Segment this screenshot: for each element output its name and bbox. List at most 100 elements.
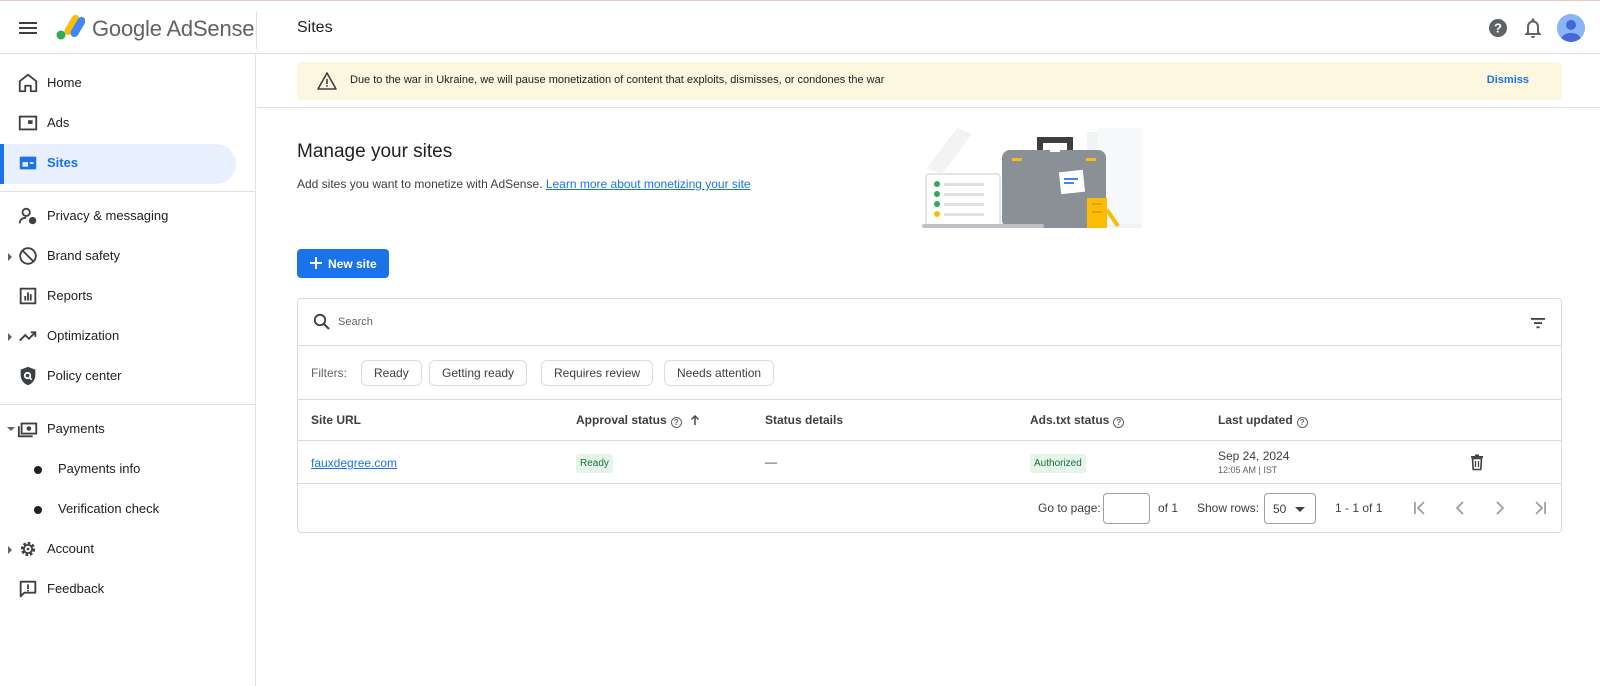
bullet-dot-icon	[34, 466, 42, 474]
column-header-approval-status[interactable]: Approval status?	[576, 413, 701, 428]
expand-caret-icon[interactable]	[8, 333, 12, 341]
sidebar-item-label: Reports	[47, 288, 93, 303]
pagination-range: 1 - 1 of 1	[1335, 501, 1383, 515]
rows-per-page-select[interactable]: 50	[1264, 493, 1316, 524]
sidebar-item-label: Privacy & messaging	[47, 208, 169, 223]
dropdown-arrow-icon	[1295, 507, 1305, 512]
sidebar-item-label: Policy center	[47, 368, 122, 383]
sidebar-item-reports[interactable]: Reports	[0, 277, 236, 317]
sidebar-item-label: Account	[47, 541, 94, 556]
menu-icon[interactable]	[16, 16, 40, 40]
subtitle-text: Add sites you want to monetize with AdSe…	[297, 177, 543, 191]
section-subtitle: Add sites you want to monetize with AdSe…	[297, 177, 751, 191]
sidebar-item-home[interactable]: Home	[0, 64, 236, 104]
approval-status-label: Approval status	[576, 413, 667, 427]
filter-list-icon[interactable]	[1529, 314, 1547, 332]
sidebar-item-label: Ads	[47, 115, 70, 130]
avatar[interactable]	[1557, 14, 1585, 42]
column-header-last-updated[interactable]: Last updated?	[1218, 413, 1308, 428]
delete-trash-icon[interactable]	[1468, 453, 1486, 471]
reports-icon	[19, 287, 37, 305]
first-page-icon[interactable]	[1409, 497, 1431, 519]
filter-chip-ready[interactable]: Ready	[361, 360, 422, 386]
sidebar-item-payments[interactable]: Payments	[0, 410, 236, 450]
collapse-caret-icon[interactable]	[7, 427, 15, 431]
ads-txt-status-badge: Authorized	[1030, 454, 1086, 473]
brand-product: AdSense	[166, 16, 255, 41]
user-avatar-icon	[1557, 14, 1585, 42]
help-circle-icon[interactable]: ?	[1113, 417, 1125, 428]
sidebar-item-feedback[interactable]: Feedback	[0, 570, 236, 610]
sites-illustration	[922, 128, 1142, 228]
banner-divider	[257, 107, 1600, 108]
warning-icon	[317, 72, 337, 90]
learn-more-link[interactable]: Learn more about monetizing your site	[546, 177, 751, 191]
sidebar-item-account[interactable]: Account	[0, 530, 236, 570]
sidebar-item-label: Feedback	[47, 581, 105, 596]
next-page-icon[interactable]	[1489, 497, 1511, 519]
filter-chip-getting-ready[interactable]: Getting ready	[429, 360, 528, 386]
search-icon	[313, 313, 330, 330]
previous-page-icon[interactable]	[1449, 497, 1471, 519]
gear-icon	[20, 541, 36, 557]
pagination-bar: Go to page: of 1 Show rows: 50 1 - 1 of …	[298, 484, 1561, 532]
sidebar-item-payments-info[interactable]: Payments info	[0, 450, 236, 490]
header-divider	[256, 11, 257, 49]
bell-icon[interactable]	[1521, 16, 1545, 40]
sidebar-item-verification-check[interactable]: Verification check	[0, 490, 236, 530]
page-title: Sites	[297, 19, 333, 36]
svg-text:?: ?	[1494, 21, 1502, 36]
adsense-logo-icon[interactable]	[55, 14, 85, 40]
table-row: fauxdegree.com Ready — Authorized Sep 24…	[298, 441, 1561, 484]
help-icon[interactable]: ?	[1486, 16, 1510, 40]
new-site-button[interactable]: New site	[297, 249, 389, 278]
expand-caret-icon[interactable]	[8, 546, 12, 554]
sort-ascending-icon[interactable]	[689, 414, 701, 426]
table-header-row: Site URL Approval status? Status details…	[298, 400, 1561, 441]
rows-per-page-value: 50	[1273, 502, 1287, 516]
site-url-link[interactable]: fauxdegree.com	[311, 456, 397, 470]
filters-row: Filters: Ready Getting ready Requires re…	[298, 346, 1561, 400]
block-icon	[19, 247, 37, 265]
filter-chip-requires-review[interactable]: Requires review	[541, 360, 654, 386]
sidebar-item-label: Brand safety	[47, 248, 120, 263]
brand-name[interactable]: Google AdSense	[92, 16, 255, 42]
sites-table-card: Filters: Ready Getting ready Requires re…	[297, 298, 1562, 533]
sidebar-item-label: Payments	[47, 421, 105, 436]
filter-chip-needs-attention[interactable]: Needs attention	[664, 360, 775, 386]
feedback-icon	[19, 580, 37, 598]
home-icon	[18, 73, 38, 93]
sidebar-item-label: Home	[47, 75, 82, 90]
sidebar-item-brand-safety[interactable]: Brand safety	[0, 237, 236, 277]
status-details-value: —	[765, 455, 777, 469]
banner-message: Due to the war in Ukraine, we will pause…	[350, 74, 885, 86]
sidebar-item-optimization[interactable]: Optimization	[0, 317, 236, 357]
sites-icon	[19, 156, 37, 170]
sidebar-item-label: Payments info	[58, 461, 141, 476]
dismiss-button[interactable]: Dismiss	[1487, 74, 1529, 86]
ads-icon	[18, 115, 38, 131]
sidebar-item-policy-center[interactable]: Policy center	[0, 357, 236, 397]
search-input[interactable]	[338, 311, 1488, 333]
page-count-text: of 1	[1158, 501, 1179, 515]
payments-icon	[17, 422, 38, 438]
bullet-dot-icon	[34, 506, 42, 514]
column-header-ads-txt-status[interactable]: Ads.txt status?	[1030, 413, 1125, 428]
help-circle-icon[interactable]: ?	[1296, 417, 1308, 428]
last-updated-label: Last updated	[1218, 413, 1293, 427]
sidebar-divider	[0, 191, 256, 192]
sidebar-item-label: Optimization	[47, 328, 120, 343]
sidebar-item-label: Sites	[47, 155, 79, 170]
page-number-input[interactable]	[1103, 493, 1150, 524]
sidebar: Home Ads Sites Privacy & messaging Brand…	[0, 54, 256, 686]
last-updated-date: Sep 24, 2024	[1218, 449, 1290, 463]
sidebar-item-ads[interactable]: Ads	[0, 104, 236, 144]
last-page-icon[interactable]	[1529, 497, 1551, 519]
sidebar-item-privacy-messaging[interactable]: Privacy & messaging	[0, 197, 236, 237]
expand-caret-icon[interactable]	[8, 253, 12, 261]
column-header-site-url[interactable]: Site URL	[311, 413, 361, 427]
help-circle-icon[interactable]: ?	[670, 417, 682, 428]
approval-status-badge: Ready	[576, 454, 613, 473]
go-to-page-label: Go to page:	[1038, 501, 1101, 515]
sidebar-item-sites[interactable]: Sites	[0, 144, 236, 184]
